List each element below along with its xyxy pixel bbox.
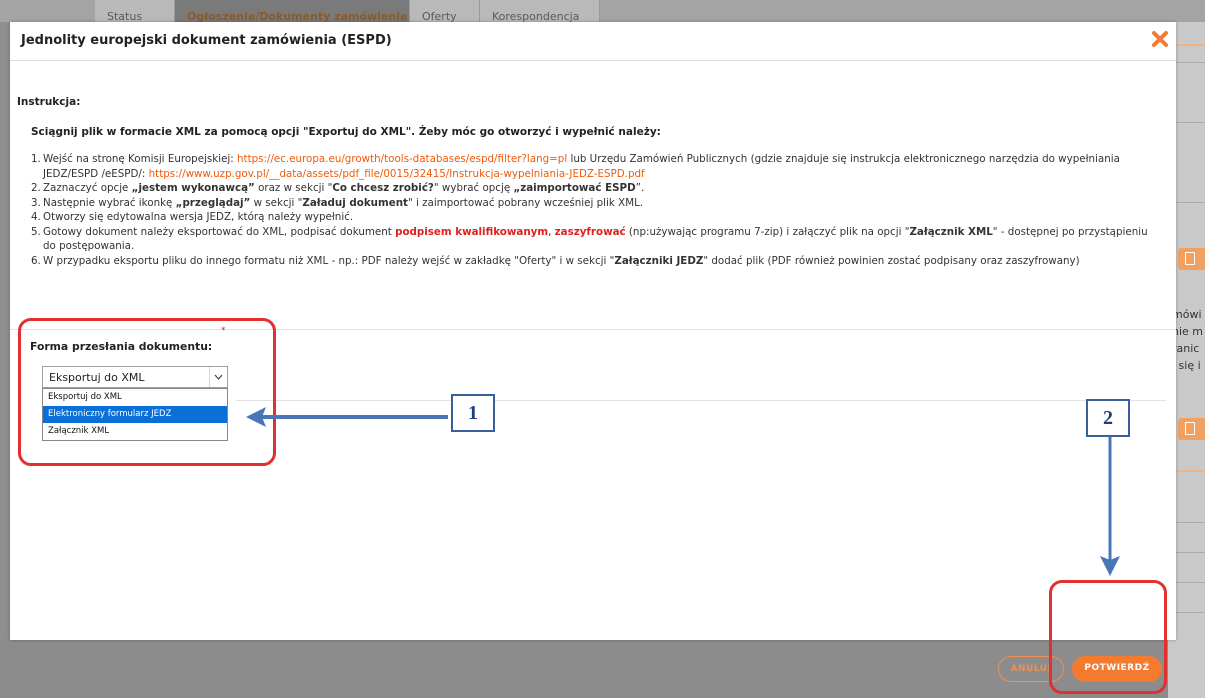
annotation-arrows	[246, 407, 1120, 576]
annotation-label-1: 1	[451, 394, 495, 432]
annotation-label-2: 2	[1086, 399, 1130, 437]
